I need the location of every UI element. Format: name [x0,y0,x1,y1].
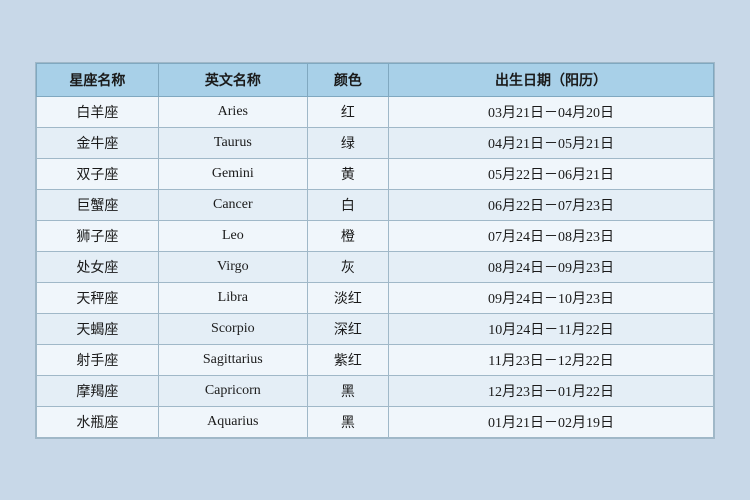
cell-birth-date: 04月21日－05月21日 [389,127,714,158]
header-chinese-name: 星座名称 [37,63,159,96]
table-row: 天蝎座Scorpio深红10月24日－11月22日 [37,313,714,344]
cell-color: 红 [307,96,388,127]
table-row: 金牛座Taurus绿04月21日－05月21日 [37,127,714,158]
cell-color: 灰 [307,251,388,282]
cell-english-name: Gemini [158,158,307,189]
cell-chinese-name: 金牛座 [37,127,159,158]
cell-english-name: Taurus [158,127,307,158]
table-row: 天秤座Libra淡红09月24日－10月23日 [37,282,714,313]
cell-color: 白 [307,189,388,220]
cell-chinese-name: 双子座 [37,158,159,189]
zodiac-table: 星座名称 英文名称 颜色 出生日期（阳历） 白羊座Aries红03月21日－04… [36,63,714,438]
cell-chinese-name: 处女座 [37,251,159,282]
cell-color: 黑 [307,375,388,406]
cell-chinese-name: 狮子座 [37,220,159,251]
cell-chinese-name: 白羊座 [37,96,159,127]
cell-english-name: Virgo [158,251,307,282]
cell-birth-date: 12月23日－01月22日 [389,375,714,406]
cell-chinese-name: 天秤座 [37,282,159,313]
table-row: 巨蟹座Cancer白06月22日－07月23日 [37,189,714,220]
cell-birth-date: 07月24日－08月23日 [389,220,714,251]
cell-birth-date: 06月22日－07月23日 [389,189,714,220]
cell-birth-date: 05月22日－06月21日 [389,158,714,189]
zodiac-table-container: 星座名称 英文名称 颜色 出生日期（阳历） 白羊座Aries红03月21日－04… [35,62,715,439]
header-english-name: 英文名称 [158,63,307,96]
header-birth-date: 出生日期（阳历） [389,63,714,96]
table-header-row: 星座名称 英文名称 颜色 出生日期（阳历） [37,63,714,96]
cell-color: 橙 [307,220,388,251]
table-row: 处女座Virgo灰08月24日－09月23日 [37,251,714,282]
cell-english-name: Aries [158,96,307,127]
header-color: 颜色 [307,63,388,96]
cell-chinese-name: 摩羯座 [37,375,159,406]
table-row: 白羊座Aries红03月21日－04月20日 [37,96,714,127]
cell-color: 黄 [307,158,388,189]
cell-english-name: Scorpio [158,313,307,344]
cell-birth-date: 03月21日－04月20日 [389,96,714,127]
cell-birth-date: 10月24日－11月22日 [389,313,714,344]
cell-english-name: Capricorn [158,375,307,406]
table-row: 狮子座Leo橙07月24日－08月23日 [37,220,714,251]
table-row: 水瓶座Aquarius黑01月21日－02月19日 [37,406,714,437]
cell-chinese-name: 天蝎座 [37,313,159,344]
table-row: 摩羯座Capricorn黑12月23日－01月22日 [37,375,714,406]
cell-english-name: Cancer [158,189,307,220]
cell-english-name: Leo [158,220,307,251]
cell-birth-date: 08月24日－09月23日 [389,251,714,282]
cell-birth-date: 11月23日－12月22日 [389,344,714,375]
cell-color: 紫红 [307,344,388,375]
table-row: 双子座Gemini黄05月22日－06月21日 [37,158,714,189]
table-row: 射手座Sagittarius紫红11月23日－12月22日 [37,344,714,375]
cell-birth-date: 01月21日－02月19日 [389,406,714,437]
cell-chinese-name: 水瓶座 [37,406,159,437]
cell-english-name: Aquarius [158,406,307,437]
cell-color: 黑 [307,406,388,437]
cell-birth-date: 09月24日－10月23日 [389,282,714,313]
cell-chinese-name: 巨蟹座 [37,189,159,220]
cell-english-name: Libra [158,282,307,313]
cell-chinese-name: 射手座 [37,344,159,375]
cell-color: 深红 [307,313,388,344]
cell-color: 绿 [307,127,388,158]
cell-english-name: Sagittarius [158,344,307,375]
cell-color: 淡红 [307,282,388,313]
